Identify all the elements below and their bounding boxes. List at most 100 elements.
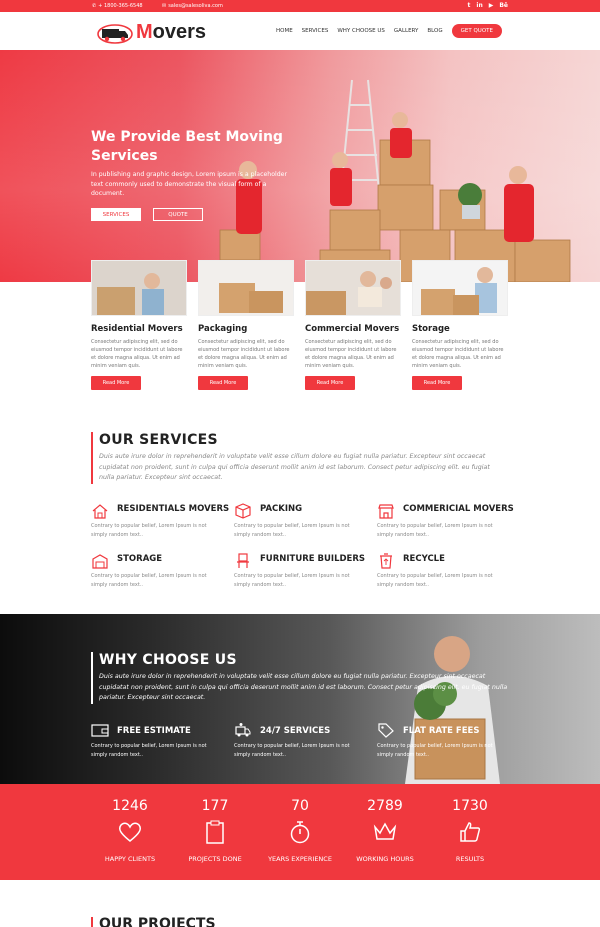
stat-label: PROJECTS DONE bbox=[188, 855, 242, 863]
warehouse-icon bbox=[92, 554, 108, 569]
tag-icon bbox=[378, 723, 394, 738]
phone-number: + 1800-365-6548 bbox=[98, 3, 143, 9]
read-more-button[interactable]: Read More bbox=[91, 376, 141, 390]
nav-blog[interactable]: BLOG bbox=[427, 28, 442, 34]
stat-label: YEARS EXPERIENCE bbox=[268, 855, 332, 863]
hero-quote-button[interactable]: QUOTE bbox=[153, 208, 203, 221]
services-header: OUR SERVICES Duis aute irure dolor in re… bbox=[91, 432, 504, 484]
section-description: Duis aute irure dolor in reprehenderit i… bbox=[99, 673, 508, 701]
logo[interactable]: Movers bbox=[97, 21, 206, 44]
heart-icon bbox=[118, 822, 142, 842]
top-bar: ✆ + 1800-365-6548 ✉ sales@salesoliva.com… bbox=[0, 0, 600, 12]
card-description: Consectetur adipiscing elit, sed do eius… bbox=[91, 339, 183, 369]
service-title: COMMERICIAL MOVERS bbox=[403, 504, 514, 514]
mail-icon: ✉ bbox=[162, 3, 167, 9]
stat-number: 1730 bbox=[452, 798, 488, 814]
twitter-icon[interactable]: t bbox=[468, 2, 471, 9]
chair-icon bbox=[237, 553, 249, 568]
card-title: Residential Movers bbox=[91, 324, 183, 334]
nav-gallery[interactable]: GALLERY bbox=[394, 28, 418, 34]
read-more-button[interactable]: Read More bbox=[198, 376, 248, 390]
behance-icon[interactable]: Bē bbox=[499, 2, 508, 9]
service-title: STORAGE bbox=[117, 554, 163, 564]
email-address: sales@salesoliva.com bbox=[168, 3, 223, 9]
main-navigation: Movers HOME SERVICES WHY CHOOSE US GALLE… bbox=[0, 12, 600, 50]
why-description: Contrary to popular belief, Lorem Ipsum … bbox=[91, 743, 207, 758]
service-title: RESIDENTIALS MOVERS bbox=[117, 504, 230, 514]
service-description: Contrary to popular belief, Lorem Ipsum … bbox=[377, 523, 493, 538]
why-choose-us-section: WHY CHOOSE US Duis aute irure dolor in r… bbox=[0, 614, 600, 784]
nav-services[interactable]: SERVICES bbox=[302, 28, 329, 34]
why-description: Contrary to popular belief, Lorem Ipsum … bbox=[377, 743, 493, 758]
card-commercial-movers: Commercial Movers Consectetur adipiscing… bbox=[305, 260, 401, 390]
service-title: FURNITURE BUILDERS bbox=[260, 554, 366, 564]
social-links: t in ▶ Bē bbox=[468, 2, 508, 9]
delivery-icon bbox=[235, 723, 251, 737]
card-description: Consectetur adipiscing elit, sed do eius… bbox=[198, 339, 290, 369]
stat-label: WORKING HOURS bbox=[356, 855, 414, 863]
read-more-button[interactable]: Read More bbox=[305, 376, 355, 390]
brand-name: Movers bbox=[136, 21, 207, 43]
service-title: RECYCLE bbox=[403, 554, 445, 564]
stat-label: RESULTS bbox=[455, 855, 485, 863]
hero-description: In publishing and graphic design, Lorem … bbox=[91, 171, 288, 197]
card-title: Commercial Movers bbox=[305, 324, 400, 334]
why-description: Contrary to popular belief, Lorem Ipsum … bbox=[234, 743, 350, 758]
storefront-icon bbox=[378, 504, 394, 519]
service-title: PACKING bbox=[260, 504, 303, 514]
service-description: Contrary to popular belief, Lorem Ipsum … bbox=[91, 573, 207, 588]
hero-photo bbox=[219, 79, 571, 282]
nav-why-choose-us[interactable]: WHY CHOOSE US bbox=[337, 28, 385, 34]
section-title: WHY CHOOSE US bbox=[99, 652, 237, 668]
stat-number: 2789 bbox=[367, 798, 403, 814]
card-description: Consectetur adipiscing elit, sed do eius… bbox=[305, 339, 397, 369]
hero-banner: We Provide Best Moving Services In publi… bbox=[0, 50, 600, 282]
phone-contact[interactable]: ✆ + 1800-365-6548 bbox=[92, 3, 143, 9]
card-title: Packaging bbox=[198, 324, 248, 334]
truck-icon bbox=[97, 23, 133, 44]
service-description: Contrary to popular belief, Lorem Ipsum … bbox=[377, 573, 493, 588]
stat-projects-done: 177 PROJECTS DONE bbox=[170, 798, 260, 863]
hero-services-button[interactable]: SERVICES bbox=[91, 208, 141, 221]
hero-title: We Provide Best Moving Services bbox=[91, 129, 283, 164]
service-description: Contrary to popular belief, Lorem Ipsum … bbox=[234, 573, 350, 588]
recycle-icon bbox=[380, 553, 392, 569]
clipboard-icon bbox=[206, 820, 224, 844]
phone-icon: ✆ bbox=[92, 3, 97, 9]
card-storage: Storage Consectetur adipiscing elit, sed… bbox=[412, 260, 508, 390]
card-image bbox=[305, 260, 401, 316]
card-residential-movers: Residential Movers Consectetur adipiscin… bbox=[91, 260, 187, 390]
menu: HOME SERVICES WHY CHOOSE US GALLERY BLOG… bbox=[276, 24, 502, 38]
stat-years-experience: 70 YEARS EXPERIENCE bbox=[255, 798, 345, 863]
nav-home[interactable]: HOME bbox=[276, 28, 293, 34]
projects-title: OUR PROJECTS bbox=[91, 917, 216, 927]
section-title: OUR SERVICES bbox=[99, 432, 218, 448]
card-image bbox=[91, 260, 187, 316]
stat-number: 70 bbox=[291, 798, 309, 814]
card-image bbox=[198, 260, 294, 316]
card-title: Storage bbox=[412, 324, 450, 334]
linkedin-icon[interactable]: in bbox=[476, 2, 482, 9]
service-description: Contrary to popular belief, Lorem Ipsum … bbox=[91, 523, 207, 538]
email-contact[interactable]: ✉ sales@salesoliva.com bbox=[162, 3, 223, 9]
get-quote-button[interactable]: GET QUOTE bbox=[451, 24, 502, 38]
why-title: FREE ESTIMATE bbox=[117, 726, 191, 736]
card-packaging: Packaging Consectetur adipiscing elit, s… bbox=[198, 260, 294, 390]
stat-results: 1730 RESULTS bbox=[425, 798, 515, 863]
stat-happy-clients: 1246 HAPPY CLIENTS bbox=[85, 798, 175, 863]
card-description: Consectetur adipiscing elit, sed do eius… bbox=[412, 339, 504, 369]
crown-icon bbox=[373, 822, 397, 840]
stat-label: HAPPY CLIENTS bbox=[104, 855, 156, 863]
stopwatch-icon bbox=[290, 821, 310, 844]
stat-number: 177 bbox=[201, 798, 229, 814]
service-description: Contrary to popular belief, Lorem Ipsum … bbox=[234, 523, 350, 538]
why-title: FLAT RATE FEES bbox=[403, 726, 480, 736]
read-more-button[interactable]: Read More bbox=[412, 376, 462, 390]
section-description: Duis aute irure dolor in reprehenderit i… bbox=[99, 453, 490, 481]
youtube-icon[interactable]: ▶ bbox=[489, 2, 494, 9]
house-icon bbox=[92, 504, 108, 519]
card-image bbox=[412, 260, 508, 316]
stats-section: 1246 HAPPY CLIENTS 177 PROJECTS DONE 70 … bbox=[0, 784, 600, 880]
why-title: 24/7 SERVICES bbox=[260, 726, 331, 736]
wallet-icon bbox=[91, 724, 109, 737]
